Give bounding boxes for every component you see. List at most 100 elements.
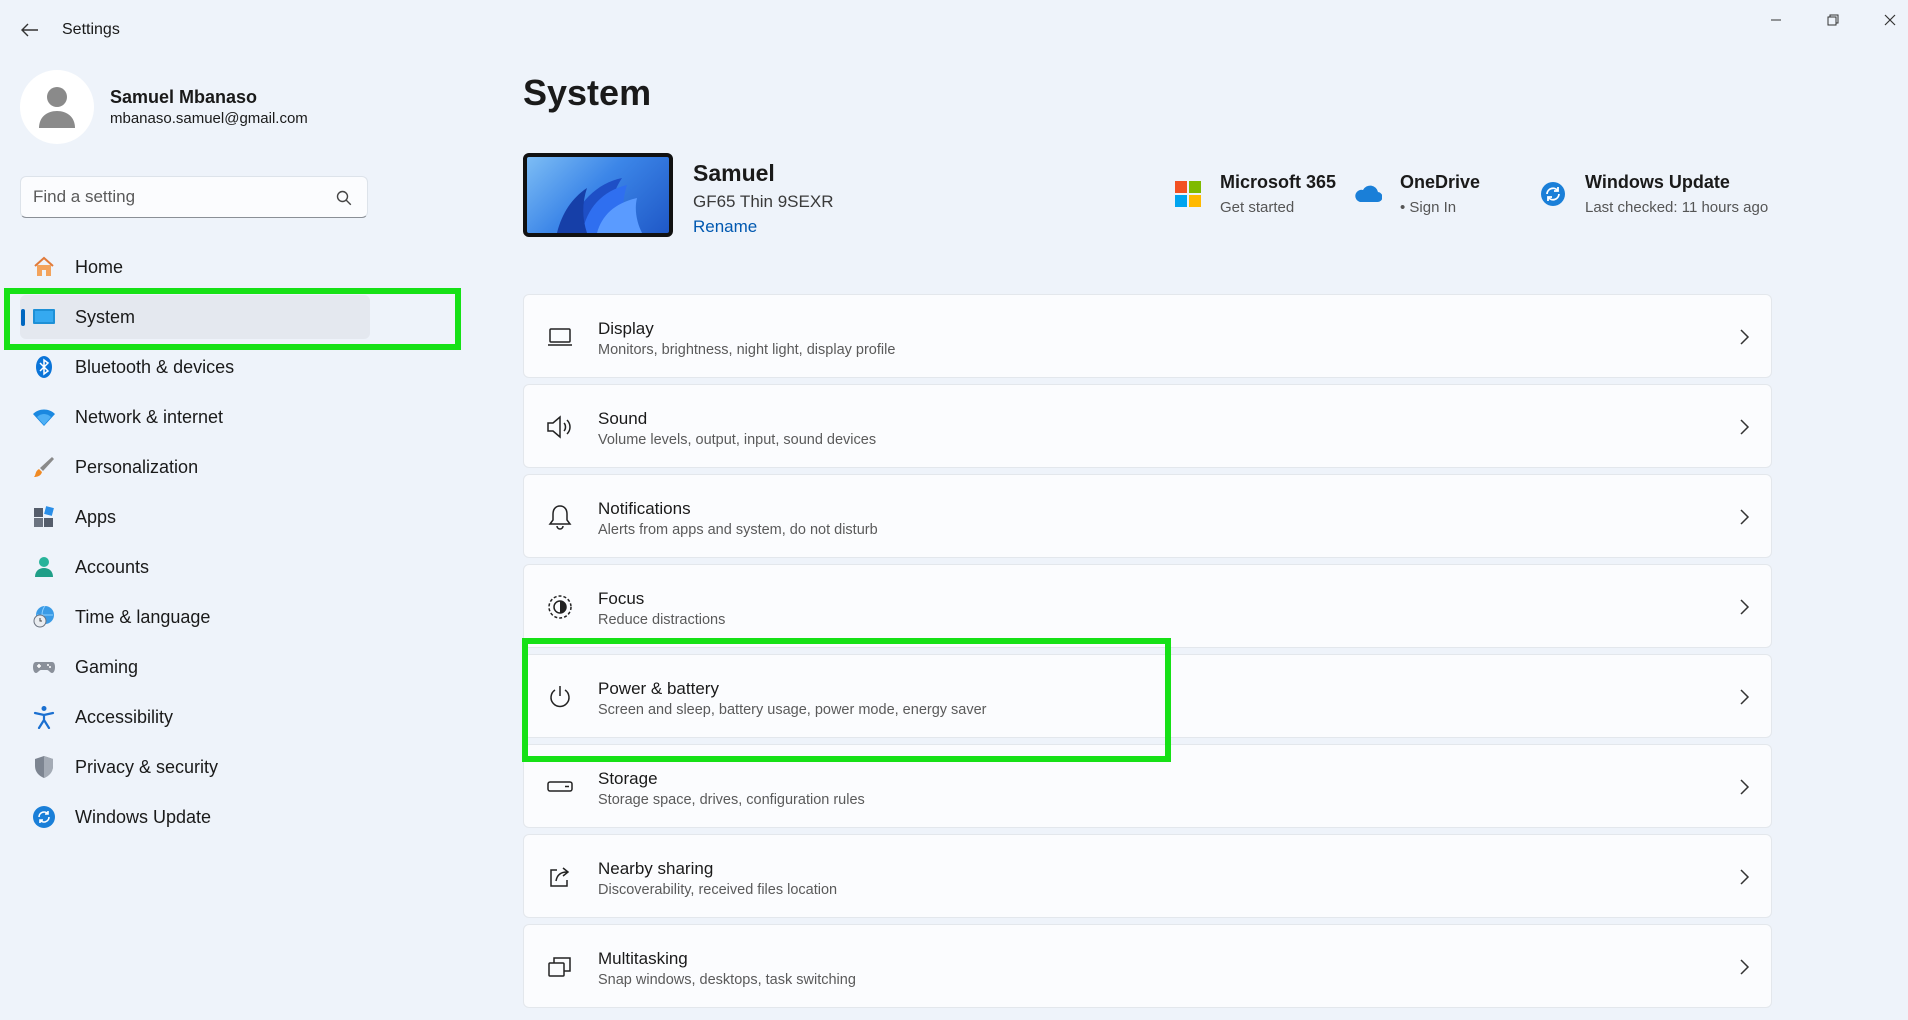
- person-icon: [32, 555, 56, 579]
- sidebar-item-label: Apps: [75, 507, 117, 527]
- sidebar-item-label: Personalization: [75, 457, 199, 477]
- apps-icon: [32, 505, 56, 529]
- highlight-box-power-battery: [522, 638, 1171, 762]
- profile-name: Samuel Mbanaso: [110, 87, 258, 107]
- card-subtitle: Monitors, brightness, night light, displ…: [598, 342, 896, 358]
- bluetooth-icon: [32, 355, 56, 379]
- app-title: Settings: [62, 21, 120, 38]
- quick-link-subtitle: Get started: [1220, 199, 1295, 216]
- quick-link-microsoft-365[interactable]: Microsoft 365 Get started: [1174, 170, 1344, 220]
- quick-link-title: Windows Update: [1585, 172, 1730, 192]
- sidebar-item-label: Home: [75, 257, 124, 277]
- restore-icon: [1827, 14, 1839, 26]
- avatar[interactable]: [20, 70, 94, 144]
- sidebar-item-time-language[interactable]: Time & language: [20, 595, 370, 639]
- search-box[interactable]: [20, 176, 368, 218]
- profile-email: mbanaso.samuel@gmail.com: [110, 110, 308, 127]
- sidebar-item-personalization[interactable]: Personalization: [20, 445, 370, 489]
- close-icon: [1884, 14, 1896, 26]
- device-thumbnail: [523, 153, 673, 237]
- card-subtitle: Discoverability, received files location: [598, 882, 838, 898]
- sidebar-item-accounts[interactable]: Accounts: [20, 545, 370, 589]
- card-subtitle: Reduce distractions: [598, 612, 726, 628]
- card-nearby-sharing[interactable]: Nearby sharing Discoverability, received…: [523, 834, 1772, 918]
- chevron-right-icon: [1740, 869, 1750, 885]
- card-title: Display: [598, 319, 654, 338]
- device-name: Samuel: [693, 160, 775, 186]
- card-display[interactable]: Display Monitors, brightness, night ligh…: [523, 294, 1772, 378]
- close-button[interactable]: [1870, 8, 1908, 32]
- sidebar-item-windows-update[interactable]: Windows Update: [20, 795, 370, 839]
- search-icon[interactable]: [335, 189, 353, 207]
- microsoft-logo-icon: [1175, 181, 1201, 207]
- quick-link-subtitle: Last checked: 11 hours ago: [1585, 199, 1769, 216]
- speaker-icon: [546, 413, 574, 441]
- card-sound[interactable]: Sound Volume levels, output, input, soun…: [523, 384, 1772, 468]
- chevron-right-icon: [1740, 329, 1750, 345]
- highlight-box-system: [4, 288, 461, 350]
- sidebar-item-privacy[interactable]: Privacy & security: [20, 745, 370, 789]
- minimize-button[interactable]: [1756, 8, 1796, 32]
- card-multitasking[interactable]: Multitasking Snap windows, desktops, tas…: [523, 924, 1772, 1008]
- sidebar-item-network[interactable]: Network & internet: [20, 395, 370, 439]
- card-title: Focus: [598, 589, 645, 608]
- shield-icon: [32, 755, 56, 779]
- quick-link-windows-update[interactable]: Windows Update Last checked: 11 hours ag…: [1539, 170, 1769, 220]
- title-bar: Settings: [0, 0, 1908, 60]
- card-focus[interactable]: Focus Reduce distractions: [523, 564, 1772, 648]
- card-subtitle: Alerts from apps and system, do not dist…: [598, 522, 878, 538]
- back-arrow-icon: [21, 23, 38, 37]
- multitask-icon: [546, 953, 574, 981]
- restore-button[interactable]: [1813, 8, 1853, 32]
- sidebar-item-bluetooth[interactable]: Bluetooth & devices: [20, 345, 370, 389]
- search-input[interactable]: [33, 187, 323, 207]
- chevron-right-icon: [1740, 689, 1750, 705]
- person-avatar-icon: [39, 87, 75, 128]
- brush-icon: [32, 455, 56, 479]
- card-title: Sound: [598, 409, 648, 428]
- sidebar-item-label: Windows Update: [75, 807, 212, 827]
- sidebar-item-label: Gaming: [75, 657, 139, 677]
- sidebar-item-label: Time & language: [75, 607, 211, 627]
- gamepad-icon: [32, 655, 56, 679]
- rename-link[interactable]: Rename: [693, 217, 757, 237]
- sidebar-item-label: Accounts: [75, 557, 150, 577]
- sidebar-item-gaming[interactable]: Gaming: [20, 645, 370, 689]
- chevron-right-icon: [1740, 509, 1750, 525]
- bell-icon: [546, 503, 574, 531]
- sidebar-item-label: Accessibility: [75, 707, 174, 727]
- chevron-right-icon: [1740, 779, 1750, 795]
- card-title: Notifications: [598, 499, 691, 518]
- onedrive-cloud-icon: [1355, 185, 1382, 203]
- back-button[interactable]: [18, 18, 42, 42]
- windows-bloom-wallpaper-icon: [557, 178, 642, 233]
- storage-icon: [546, 773, 574, 801]
- chevron-right-icon: [1740, 419, 1750, 435]
- sidebar-item-label: Privacy & security: [75, 757, 219, 777]
- page-title: System: [523, 72, 652, 113]
- sidebar-item-accessibility[interactable]: Accessibility: [20, 695, 370, 739]
- sidebar-item-label: Network & internet: [75, 407, 224, 427]
- update-icon: [32, 805, 56, 829]
- display-icon: [546, 323, 574, 351]
- home-icon: [32, 255, 56, 279]
- card-notifications[interactable]: Notifications Alerts from apps and syste…: [523, 474, 1772, 558]
- chevron-right-icon: [1740, 599, 1750, 615]
- focus-icon: [546, 593, 574, 621]
- globe-clock-icon: [32, 605, 56, 629]
- quick-link-subtitle: • Sign In: [1400, 199, 1457, 216]
- quick-link-title: OneDrive: [1400, 172, 1481, 192]
- share-icon: [546, 863, 574, 891]
- card-title: Storage: [598, 769, 658, 788]
- sidebar-item-apps[interactable]: Apps: [20, 495, 370, 539]
- card-subtitle: Volume levels, output, input, sound devi…: [598, 432, 877, 448]
- sidebar-item-home[interactable]: Home: [20, 245, 370, 289]
- quick-link-title: Microsoft 365: [1220, 172, 1337, 192]
- sidebar-item-label: Bluetooth & devices: [75, 357, 235, 377]
- minimize-icon: [1771, 19, 1781, 21]
- card-title: Nearby sharing: [598, 859, 714, 878]
- quick-link-onedrive[interactable]: OneDrive • Sign In: [1354, 170, 1504, 220]
- card-subtitle: Snap windows, desktops, task switching: [598, 972, 856, 988]
- update-icon: [1541, 182, 1565, 206]
- card-title: Multitasking: [598, 949, 688, 968]
